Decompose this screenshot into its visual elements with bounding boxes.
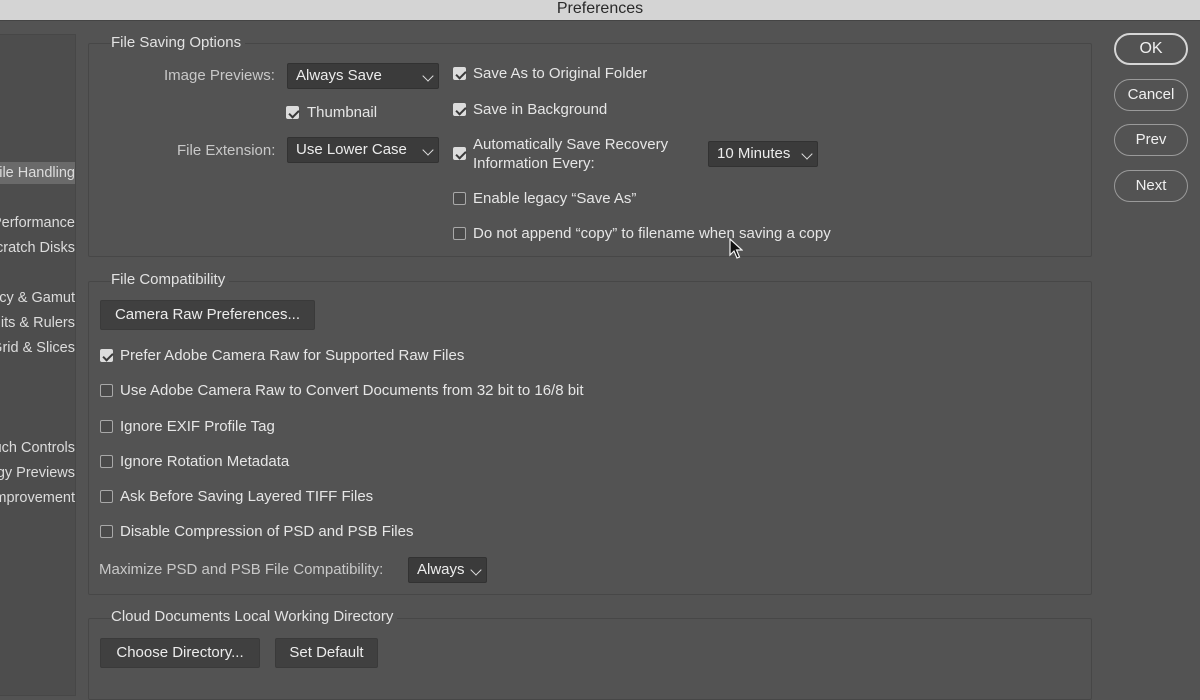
mouse-cursor-icon <box>729 238 743 259</box>
save-background-label: Save in Background <box>473 101 608 118</box>
sidebar-item-transparency-gamut[interactable]: Transparency & Gamut <box>0 287 75 309</box>
save-background-checkbox[interactable] <box>453 103 466 116</box>
image-previews-value: Always Save <box>296 67 382 84</box>
ask-tiff-checkbox[interactable] <box>100 490 113 503</box>
prefer-acr-label: Prefer Adobe Camera Raw for Supported Ra… <box>120 347 465 364</box>
chevron-down-icon <box>422 70 434 82</box>
file-extension-select[interactable]: Use Lower Case <box>287 137 439 163</box>
ok-button[interactable]: OK <box>1114 33 1188 65</box>
sidebar-item-file-handling[interactable]: File Handling <box>0 162 75 184</box>
no-copy-checkbox[interactable] <box>453 227 466 240</box>
maximize-compat-value: Always <box>417 561 465 578</box>
thumbnail-checkbox[interactable] <box>286 106 299 119</box>
ask-tiff-label: Ask Before Saving Layered TIFF Files <box>120 488 374 505</box>
no-copy-label: Do not append “copy” to filename when sa… <box>473 225 831 242</box>
prev-button[interactable]: Prev <box>1114 124 1188 156</box>
choose-directory-button[interactable]: Choose Directory... <box>100 638 260 668</box>
ignore-exif-label: Ignore EXIF Profile Tag <box>120 418 275 435</box>
prefer-acr-checkbox[interactable] <box>100 349 113 362</box>
sidebar-item-units-rulers[interactable]: Units & Rulers <box>0 312 75 334</box>
image-previews-label: Image Previews: <box>164 67 275 84</box>
file-extension-value: Use Lower Case <box>296 141 407 158</box>
auto-recovery-label-line2: Information Every: <box>473 155 595 172</box>
chevron-down-icon <box>422 144 434 156</box>
sidebar-item-scratch-disks[interactable]: Scratch Disks <box>0 237 75 259</box>
window-title: Preferences <box>0 0 1200 21</box>
legacy-save-as-label: Enable legacy “Save As” <box>473 190 637 207</box>
set-default-button[interactable]: Set Default <box>275 638 378 668</box>
auto-recovery-label-line1: Automatically Save Recovery <box>473 136 669 153</box>
image-previews-select[interactable]: Always Save <box>287 63 439 89</box>
sidebar-item-performance[interactable]: Performance <box>0 212 75 234</box>
chevron-down-icon <box>801 148 813 160</box>
file-extension-label: File Extension: <box>177 142 276 159</box>
file-saving-title: File Saving Options <box>111 34 246 51</box>
convert-32bit-checkbox[interactable] <box>100 384 113 397</box>
next-button[interactable]: Next <box>1114 170 1188 202</box>
auto-recovery-interval-value: 10 Minutes <box>717 145 791 162</box>
sidebar-item-guides-grid-slices[interactable]: Guides, Grid & Slices <box>0 337 75 359</box>
cancel-button[interactable]: Cancel <box>1114 79 1188 111</box>
disable-compression-label: Disable Compression of PSD and PSB Files <box>120 523 414 540</box>
save-as-original-checkbox[interactable] <box>453 67 466 80</box>
ignore-exif-checkbox[interactable] <box>100 420 113 433</box>
sidebar-item-touch-controls[interactable]: Touch Controls <box>0 437 75 459</box>
file-compatibility-title: File Compatibility <box>111 271 230 288</box>
camera-raw-preferences-button[interactable]: Camera Raw Preferences... <box>100 300 315 330</box>
ignore-rotation-checkbox[interactable] <box>100 455 113 468</box>
convert-32bit-label: Use Adobe Camera Raw to Convert Document… <box>120 382 584 399</box>
auto-recovery-checkbox[interactable] <box>453 147 466 160</box>
maximize-compat-select[interactable]: Always <box>408 557 487 583</box>
cloud-directory-title: Cloud Documents Local Working Directory <box>111 608 398 625</box>
save-as-original-label: Save As to Original Folder <box>473 65 648 82</box>
thumbnail-label: Thumbnail <box>307 104 378 121</box>
preferences-sidebar: File Handling Performance Scratch Disks … <box>0 34 76 696</box>
chevron-down-icon <box>470 564 482 576</box>
legacy-save-as-checkbox[interactable] <box>453 192 466 205</box>
sidebar-item-product-improvement[interactable]: Product Improvement <box>0 487 75 509</box>
maximize-compat-label: Maximize PSD and PSB File Compatibility: <box>99 561 384 578</box>
auto-recovery-interval-select[interactable]: 10 Minutes <box>708 141 818 167</box>
ignore-rotation-label: Ignore Rotation Metadata <box>120 453 290 470</box>
disable-compression-checkbox[interactable] <box>100 525 113 538</box>
sidebar-item-technology-previews[interactable]: Technology Previews <box>0 462 75 484</box>
